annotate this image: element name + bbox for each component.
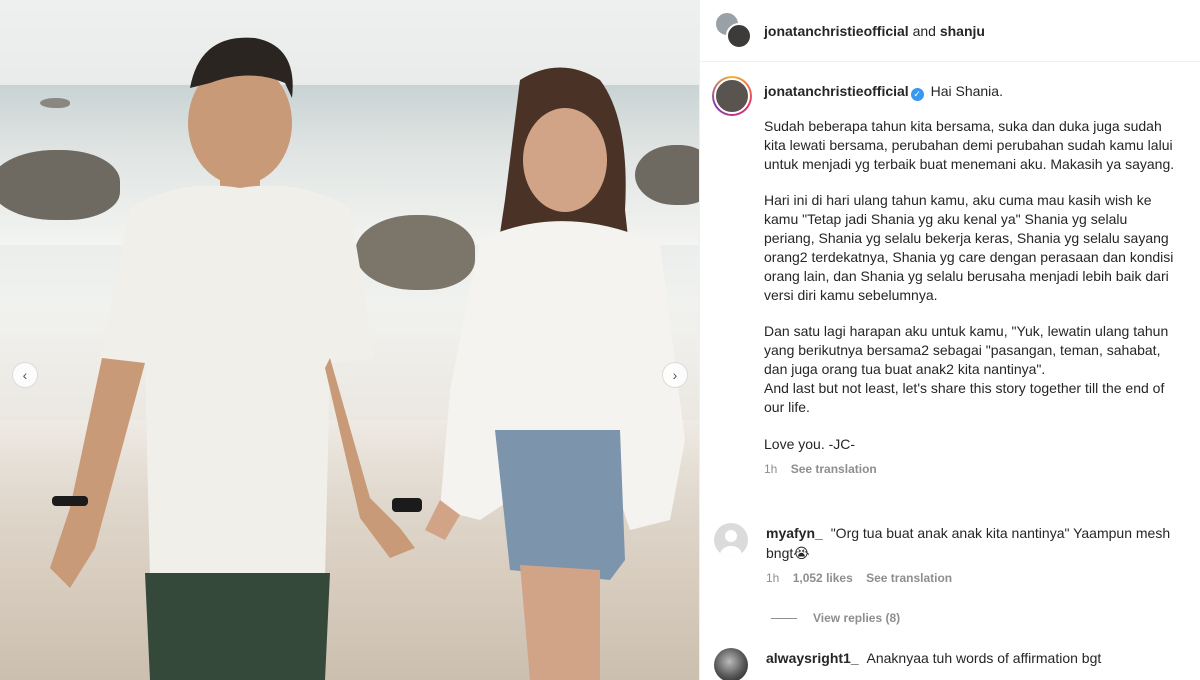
comment-item: alwaysright1_ Anaknyaa tuh words of affi…: [714, 648, 1200, 680]
post-photo[interactable]: ‹ ›: [0, 0, 699, 680]
comment-text: Anaknyaa tuh words of affirmation bgt: [866, 650, 1102, 666]
avatar[interactable]: [714, 523, 748, 557]
comment-username[interactable]: alwaysright1_: [766, 650, 859, 666]
prev-photo-button[interactable]: ‹: [12, 362, 38, 388]
comment-meta: 1h 1,052 likes See translation: [766, 568, 1171, 588]
comment-item: myafyn_ "Org tua buat anak anak kita nan…: [714, 523, 1200, 588]
caption-see-translation[interactable]: See translation: [791, 462, 877, 476]
view-replies-button[interactable]: View replies (8): [771, 611, 900, 625]
coauthor-username-2[interactable]: shanju: [940, 23, 985, 39]
coauthor-username-1[interactable]: jonatanchristieofficial: [764, 23, 909, 39]
comment-likes[interactable]: 1,052 likes: [793, 571, 853, 585]
caption-paragraph-3: Dan satu lagi harapan aku untuk kamu, "Y…: [764, 323, 1169, 415]
man-figure: [50, 37, 422, 680]
chevron-right-icon: ›: [672, 367, 678, 383]
post-sidebar: jonatanchristieofficial and shanju jonat…: [699, 0, 1200, 680]
caption-greeting: Hai Shania.: [930, 83, 1003, 99]
caption-username[interactable]: jonatanchristieofficial: [764, 83, 909, 99]
caption-header-line: jonatanchristieofficial ✓ Hai Shania.: [764, 82, 1180, 101]
caption-meta: 1h See translation: [764, 462, 1180, 476]
coauthor-and: and: [912, 22, 936, 39]
caption-paragraph-1: Sudah beberapa tahun kita bersama, suka …: [764, 118, 1175, 172]
coauthors-line: jonatanchristieofficial and shanju: [764, 23, 985, 39]
replies-divider: [771, 617, 797, 619]
post-header: jonatanchristieofficial and shanju: [700, 0, 1200, 62]
view-replies-label: View replies (8): [813, 611, 901, 625]
avatar-coauthor-2[interactable]: [726, 22, 752, 49]
avatar[interactable]: [714, 648, 748, 680]
verified-badge-icon: ✓: [910, 88, 924, 101]
chevron-left-icon: ‹: [22, 367, 28, 383]
next-photo-button[interactable]: ›: [662, 362, 688, 388]
caption: jonatanchristieofficial ✓ Hai Shania. Sud…: [700, 62, 1200, 476]
coauthor-avatars[interactable]: [714, 10, 754, 51]
comment-time: 1h: [766, 571, 780, 585]
default-avatar-icon: [720, 530, 742, 557]
woman-figure: [425, 67, 685, 680]
caption-paragraph-2: Hari ini di hari ulang tahun kamu, aku c…: [764, 192, 1174, 303]
caption-time: 1h: [764, 462, 778, 476]
comment-text: "Org tua buat anak anak kita nantinya" Y…: [766, 525, 1171, 561]
comment-see-translation[interactable]: See translation: [866, 571, 952, 585]
comment-username[interactable]: myafyn_: [766, 525, 823, 541]
caption-paragraph-4: Love you. -JC-: [764, 436, 856, 452]
